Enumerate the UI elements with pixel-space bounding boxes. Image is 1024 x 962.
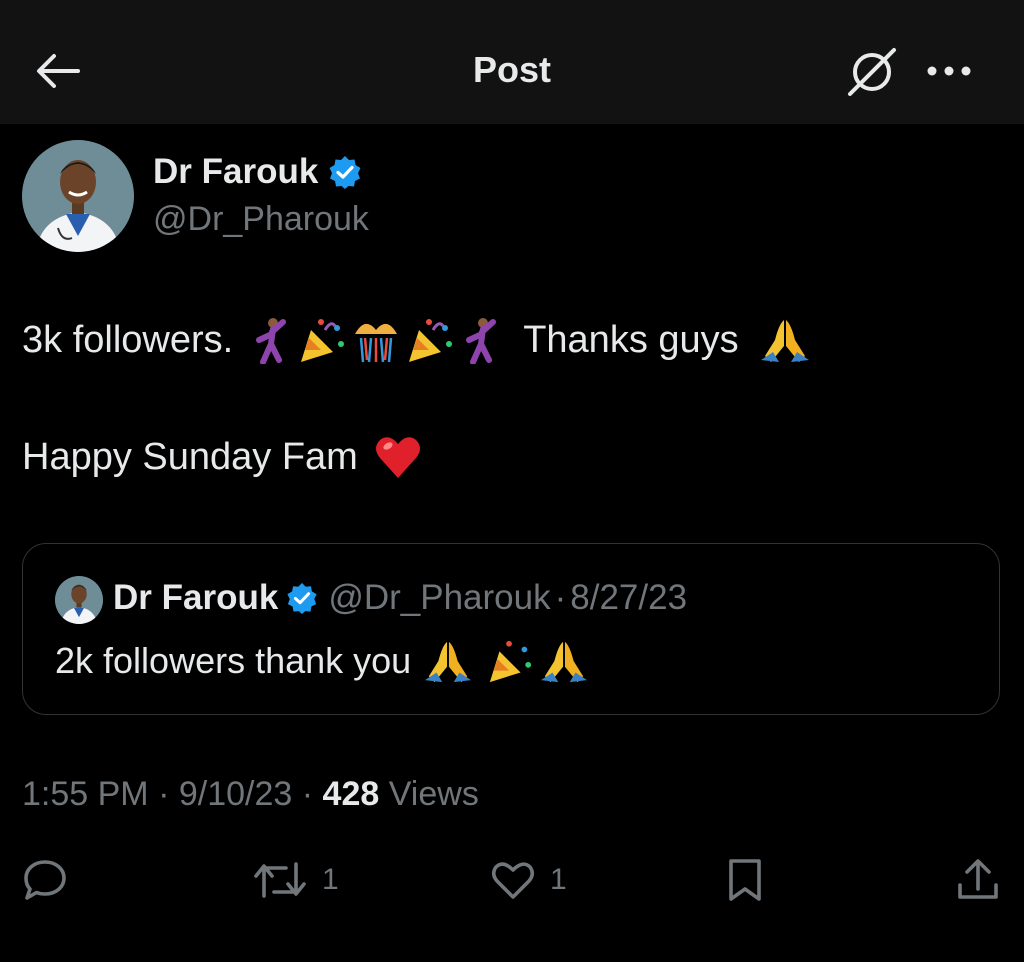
emoji-group: [249, 316, 503, 364]
quoted-post-text: 2k followers thank you: [55, 638, 589, 684]
quoted-post-card[interactable]: Dr Farouk @Dr_Pharouk · 8/27/23 2k follo…: [22, 543, 1000, 715]
folded-hands-icon: [760, 320, 809, 362]
avatar-image: [22, 140, 134, 252]
folded-hands-icon: [425, 641, 472, 683]
man-dancing-icon: [256, 318, 287, 364]
quoted-post-header: Dr Farouk @Dr_Pharouk · 8/27/23: [113, 578, 687, 618]
bookmark-button[interactable]: [726, 850, 764, 910]
grok-button[interactable]: [846, 46, 898, 98]
avatar-image: [55, 576, 103, 624]
red-heart-icon: [375, 437, 420, 478]
repost-count: 1: [322, 863, 339, 896]
post-time[interactable]: 1:55 PM: [22, 775, 149, 813]
quoted-author-avatar[interactable]: [55, 576, 103, 624]
separator-dot: ·: [158, 775, 170, 813]
quoted-post-text-content: 2k followers thank you: [55, 640, 412, 681]
like-count: 1: [550, 863, 567, 896]
reply-button[interactable]: [22, 850, 82, 910]
party-popper-icon: [301, 319, 345, 362]
grok-icon: [848, 48, 896, 96]
repost-button[interactable]: 1: [252, 850, 339, 910]
man-dancing-icon: [466, 318, 497, 364]
confetti-ball-icon: [355, 323, 398, 363]
author-name-text: Dr Farouk: [153, 152, 319, 191]
repost-icon: [254, 862, 306, 898]
verified-badge-icon: [329, 156, 361, 189]
top-bar: Post: [0, 0, 1024, 124]
quoted-author-name[interactable]: Dr Farouk: [113, 578, 278, 618]
share-icon: [958, 859, 998, 899]
tweet-text-start: 3k followers.: [22, 318, 234, 361]
quoted-author-handle[interactable]: @Dr_Pharouk: [328, 578, 550, 618]
like-button[interactable]: 1: [490, 850, 567, 910]
share-button[interactable]: [956, 850, 1000, 910]
reply-icon: [24, 860, 66, 900]
party-popper-icon: [490, 640, 532, 683]
tweet-text-line-2: Happy Sunday Fam: [22, 434, 422, 480]
author-name[interactable]: Dr Farouk: [153, 152, 362, 192]
separator-dot: ·: [301, 775, 314, 813]
author-handle[interactable]: @Dr_Pharouk: [153, 200, 369, 239]
tweet-text-happy-sunday: Happy Sunday Fam: [22, 435, 358, 478]
more-dots-icon: [927, 66, 971, 76]
folded-hands-icon: [541, 641, 588, 683]
separator-dot: ·: [554, 578, 567, 617]
post-page: Post Dr Farouk @Dr_Pharouk 3k followers.…: [0, 0, 1024, 962]
quoted-post-date[interactable]: 8/27/23: [570, 578, 687, 618]
heart-icon: [491, 862, 535, 899]
post-date[interactable]: 9/10/23: [179, 775, 292, 813]
verified-badge-icon: [287, 582, 317, 614]
party-popper-icon: [409, 319, 453, 362]
tweet-text-thanks: Thanks guys: [523, 318, 739, 361]
tweet-text-line-1: 3k followers. Thanks guys: [22, 316, 811, 364]
more-options-button[interactable]: [924, 58, 974, 84]
author-avatar[interactable]: [22, 140, 134, 252]
post-meta: 1:55 PM · 9/10/23 · 428 Views: [22, 775, 479, 814]
bookmark-icon: [729, 859, 761, 901]
action-bar: 1 1: [0, 850, 1024, 910]
views-label: Views: [388, 775, 479, 813]
views-count: 428: [322, 775, 380, 813]
